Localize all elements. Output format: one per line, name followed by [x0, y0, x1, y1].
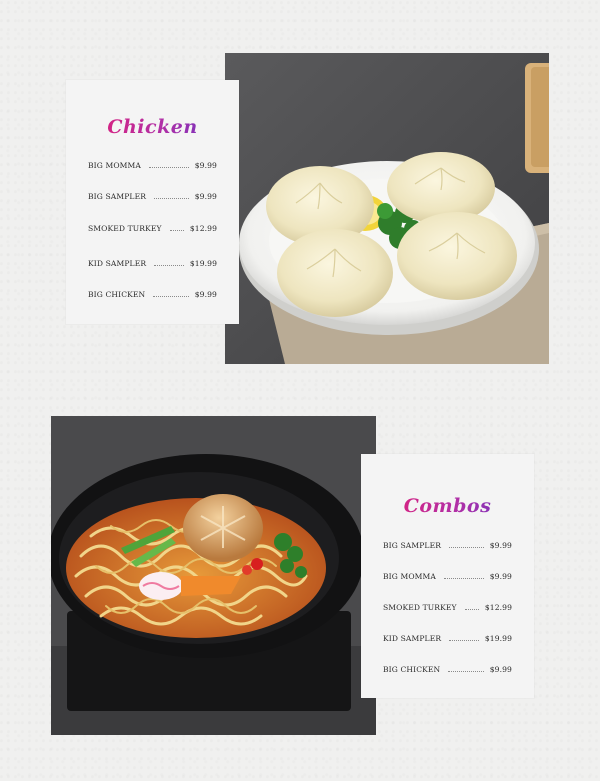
dumplings-photo: [225, 53, 549, 364]
menu-item-name: KID SAMPLER: [88, 259, 147, 268]
dotted-leader: [169, 230, 184, 231]
menu-item-price: $9.99: [489, 572, 512, 581]
menu-item: SMOKED TURKEY $12.99: [88, 219, 217, 233]
menu-item: BIG SAMPLER $9.99: [88, 187, 217, 201]
menu-item-name: KID SAMPLER: [383, 634, 442, 643]
menu-item: BIG MOMMA $9.99: [383, 567, 512, 581]
menu-item-price: $9.99: [194, 192, 217, 201]
ramen-photo: [51, 416, 376, 735]
menu-item-price: $12.99: [484, 603, 512, 612]
menu-item-price: $12.99: [189, 224, 217, 233]
dotted-leader: [153, 296, 189, 297]
menu-item-name: BIG CHICKEN: [383, 665, 441, 674]
section-title: Chicken: [66, 116, 239, 138]
menu-item-price: $9.99: [489, 541, 512, 550]
dotted-leader: [154, 265, 184, 266]
dotted-leader: [449, 640, 479, 641]
menu-card-combos: Combos BIG SAMPLER $9.99 BIG MOMMA $9.99…: [361, 454, 534, 698]
menu-item-name: BIG MOMMA: [383, 572, 436, 581]
menu-item-price: $19.99: [189, 259, 217, 268]
dotted-leader: [444, 578, 484, 579]
menu-card-chicken: Chicken BIG MOMMA $9.99 BIG SAMPLER $9.9…: [66, 80, 239, 324]
dotted-leader: [154, 198, 189, 199]
menu-item: BIG CHICKEN $9.99: [383, 660, 512, 674]
menu-item-name: SMOKED TURKEY: [383, 603, 457, 612]
menu-item: BIG SAMPLER $9.99: [383, 536, 512, 550]
dotted-leader: [448, 671, 484, 672]
menu-item-price: $9.99: [194, 290, 217, 299]
dotted-leader: [464, 609, 479, 610]
menu-item-name: BIG MOMMA: [88, 161, 141, 170]
menu-item-name: BIG SAMPLER: [88, 192, 147, 201]
menu-item: KID SAMPLER $19.99: [383, 629, 512, 643]
menu-item: SMOKED TURKEY $12.99: [383, 598, 512, 612]
menu-item-name: BIG SAMPLER: [383, 541, 442, 550]
dotted-leader: [149, 167, 189, 168]
menu-item-name: SMOKED TURKEY: [88, 224, 162, 233]
menu-item-price: $9.99: [194, 161, 217, 170]
menu-item: KID SAMPLER $19.99: [88, 254, 217, 268]
menu-item: BIG MOMMA $9.99: [88, 156, 217, 170]
menu-item: BIG CHICKEN $9.99: [88, 285, 217, 299]
section-title: Combos: [361, 495, 534, 517]
dotted-leader: [449, 547, 484, 548]
menu-item-name: BIG CHICKEN: [88, 290, 146, 299]
menu-item-price: $19.99: [484, 634, 512, 643]
menu-item-price: $9.99: [489, 665, 512, 674]
